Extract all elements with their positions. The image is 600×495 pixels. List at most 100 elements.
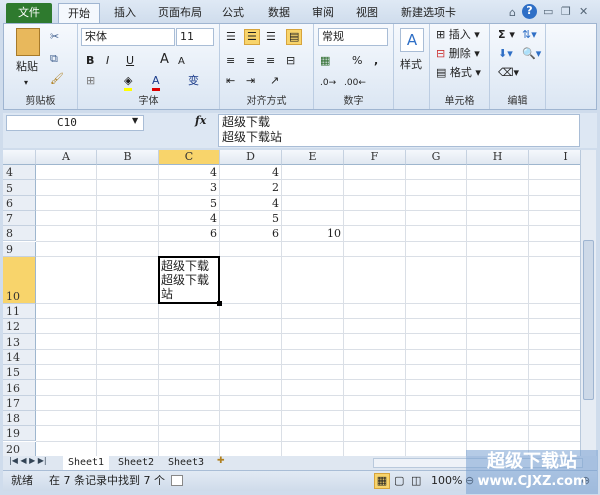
increase-decimal-icon[interactable]: .0→ <box>320 76 336 90</box>
column-header[interactable]: H <box>467 150 529 165</box>
cell[interactable]: 4 <box>159 211 220 226</box>
row-header[interactable]: 19 <box>3 426 36 442</box>
shrink-font-icon[interactable]: A <box>178 55 185 69</box>
name-box[interactable]: C10 <box>6 115 144 131</box>
row-header[interactable]: 4 <box>3 165 36 181</box>
increase-indent-icon[interactable]: ⇥ <box>246 74 255 88</box>
column-header[interactable]: C <box>159 150 220 165</box>
name-box-dropdown-icon[interactable]: ▼ <box>132 116 138 125</box>
clear-icon[interactable]: ⌫▾ <box>498 66 519 80</box>
tab-home[interactable]: 开始 <box>58 3 100 24</box>
row-header[interactable]: 6 <box>3 195 36 211</box>
page-layout-view-icon[interactable]: ▢ <box>394 471 404 491</box>
format-painter-icon[interactable]: 🖌 <box>50 72 64 86</box>
tab-data[interactable]: 数据 <box>262 3 296 24</box>
active-cell[interactable]: 超级下载 超级下载站 <box>158 255 220 304</box>
percent-button[interactable]: % <box>352 54 362 68</box>
styles-icon[interactable]: A <box>400 28 424 52</box>
sheet-tab[interactable]: Sheet3 <box>163 456 209 470</box>
orientation-icon[interactable]: ↗ <box>270 74 279 88</box>
row-header[interactable]: 14 <box>3 349 36 365</box>
cut-icon[interactable]: ✂ <box>50 30 59 44</box>
borders-icon[interactable]: ⊞ <box>86 74 95 88</box>
column-header[interactable]: G <box>406 150 467 165</box>
column-header[interactable]: E <box>282 150 344 165</box>
tab-file[interactable]: 文件 <box>6 3 52 24</box>
tab-page-layout[interactable]: 页面布局 <box>152 3 208 24</box>
format-cells-button[interactable]: ▤ 格式 ▾ <box>436 66 481 80</box>
page-break-view-icon[interactable]: ◫ <box>411 471 421 491</box>
vertical-scrollbar[interactable] <box>580 150 596 456</box>
find-select-icon[interactable]: 🔍▾ <box>522 47 541 61</box>
zoom-level[interactable]: 100% <box>431 471 462 491</box>
align-left-icon[interactable]: ≡ <box>226 54 235 68</box>
scroll-thumb[interactable] <box>583 240 594 400</box>
insert-sheet-icon[interactable]: ✚ <box>217 456 225 466</box>
help-icon[interactable]: ? <box>522 4 537 19</box>
wrap-text-icon[interactable]: ▤ <box>286 29 303 45</box>
row-header[interactable]: 12 <box>3 319 36 335</box>
sheet-nav-icon[interactable]: |◀ ◀ ▶ ▶| <box>9 456 47 465</box>
fill-handle[interactable] <box>217 300 222 306</box>
normal-view-icon[interactable]: ▦ <box>374 473 390 489</box>
copy-icon[interactable]: ⧉ <box>50 52 58 66</box>
formula-input[interactable]: 超级下载 超级下载站 <box>218 114 580 147</box>
align-bottom-icon[interactable]: ☰ <box>266 30 276 44</box>
cell[interactable]: 3 <box>159 180 220 195</box>
cell[interactable]: 4 <box>220 196 282 211</box>
cell[interactable]: 6 <box>220 226 282 241</box>
select-all-button[interactable] <box>3 150 36 165</box>
restore-icon[interactable]: ❐ <box>561 5 571 19</box>
tab-review[interactable]: 审阅 <box>306 3 340 24</box>
insert-function-button[interactable]: fx <box>195 114 206 127</box>
cell[interactable]: 5 <box>159 196 220 211</box>
cell[interactable]: 2 <box>220 180 282 195</box>
sheet-tab-active[interactable]: Sheet1 <box>63 456 109 470</box>
number-format-select[interactable]: 常规 <box>318 28 388 46</box>
row-header[interactable]: 20 <box>3 441 36 456</box>
minimize-icon[interactable]: ▭ <box>543 5 553 19</box>
cell[interactable]: 10 <box>282 226 344 241</box>
sheet-tab[interactable]: Sheet2 <box>113 456 159 470</box>
currency-icon[interactable]: ▦ <box>320 54 330 68</box>
align-center-icon[interactable]: ≡ <box>246 54 255 68</box>
comma-button[interactable]: , <box>374 54 378 68</box>
row-header[interactable]: 9 <box>3 241 36 257</box>
cell[interactable]: 4 <box>159 165 220 180</box>
sort-filter-icon[interactable]: ⇅▾ <box>522 28 537 42</box>
font-size-select[interactable]: 11 <box>176 28 214 46</box>
align-middle-icon[interactable]: ☰ <box>244 29 260 45</box>
cell[interactable]: 5 <box>220 211 282 226</box>
column-header[interactable]: F <box>344 150 406 165</box>
merge-center-icon[interactable]: ⊟ <box>286 54 295 68</box>
italic-icon[interactable]: I <box>106 54 109 68</box>
row-header[interactable]: 10 <box>3 256 36 304</box>
cell[interactable]: 4 <box>220 165 282 180</box>
decrease-indent-icon[interactable]: ⇤ <box>226 74 235 88</box>
paste-dropdown-icon[interactable]: ▾ <box>24 76 28 90</box>
row-header[interactable]: 17 <box>3 395 36 411</box>
fill-color-icon[interactable]: ◈ <box>124 74 133 91</box>
bold-icon[interactable]: B <box>86 54 94 68</box>
row-header[interactable]: 8 <box>3 226 36 242</box>
phonetic-icon[interactable]: 变 <box>188 74 199 88</box>
row-header[interactable]: 18 <box>3 410 36 427</box>
align-top-icon[interactable]: ☰ <box>226 30 236 44</box>
column-header[interactable]: A <box>36 150 97 165</box>
column-header[interactable]: I <box>529 150 580 165</box>
insert-cells-button[interactable]: ⊞ 插入 ▾ <box>436 28 480 42</box>
row-header[interactable]: 11 <box>3 303 36 320</box>
font-color-icon[interactable]: A <box>152 74 160 91</box>
row-header[interactable]: 7 <box>3 210 36 227</box>
align-right-icon[interactable]: ≡ <box>266 54 275 68</box>
cell[interactable]: 6 <box>159 226 220 241</box>
tab-insert[interactable]: 插入 <box>108 3 142 24</box>
paste-icon[interactable] <box>16 28 40 56</box>
row-header[interactable]: 5 <box>3 180 36 196</box>
macro-record-icon[interactable] <box>171 475 183 486</box>
column-header[interactable]: B <box>97 150 159 165</box>
row-header[interactable]: 13 <box>3 334 36 350</box>
grow-font-icon[interactable]: A <box>160 53 169 67</box>
paste-button[interactable]: 粘贴 <box>16 60 38 74</box>
decrease-decimal-icon[interactable]: .00← <box>344 76 366 90</box>
